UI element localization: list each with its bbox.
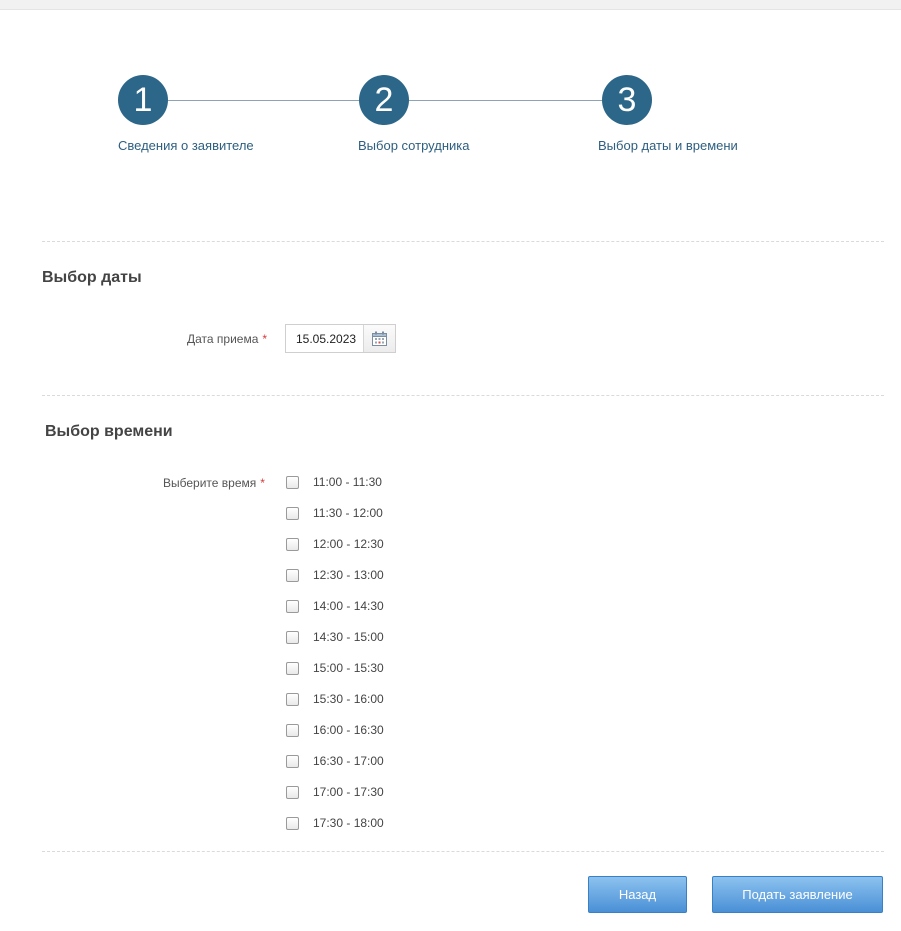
progress-steps: 1 2 3 Сведения о заявителе Выбор сотрудн… bbox=[0, 0, 901, 200]
time-slot-label[interactable]: 16:30 - 17:00 bbox=[313, 754, 384, 768]
divider-top bbox=[42, 241, 884, 242]
time-slot-checkbox[interactable] bbox=[286, 538, 299, 551]
time-slot-checkbox[interactable] bbox=[286, 724, 299, 737]
step-2-label: Выбор сотрудника bbox=[358, 138, 470, 153]
date-input-value[interactable]: 15.05.2023 bbox=[296, 332, 356, 346]
date-field-label: Дата приема * bbox=[187, 332, 267, 346]
divider-middle bbox=[42, 395, 884, 396]
time-slot-label[interactable]: 15:30 - 16:00 bbox=[313, 692, 384, 706]
time-section-title: Выбор времени bbox=[45, 423, 173, 440]
time-slot-checkbox[interactable] bbox=[286, 786, 299, 799]
date-input[interactable]: 15.05.2023 bbox=[285, 324, 396, 353]
time-slot-label[interactable]: 16:00 - 16:30 bbox=[313, 723, 384, 737]
step-connector-2-3 bbox=[408, 100, 603, 101]
date-section-title: Выбор даты bbox=[42, 269, 142, 286]
time-slot-label[interactable]: 11:00 - 11:30 bbox=[313, 475, 382, 489]
step-1-label: Сведения о заявителе bbox=[118, 138, 254, 153]
time-slot-checkbox[interactable] bbox=[286, 476, 299, 489]
required-marker: * bbox=[262, 332, 268, 346]
time-slot-label[interactable]: 15:00 - 15:30 bbox=[313, 661, 384, 675]
step-3-label: Выбор даты и времени bbox=[598, 138, 738, 153]
date-field-label-text: Дата приема bbox=[187, 332, 259, 346]
time-slot-label[interactable]: 17:30 - 18:00 bbox=[313, 816, 384, 830]
step-connector-1-2 bbox=[166, 100, 360, 101]
time-slot-checkbox[interactable] bbox=[286, 507, 299, 520]
time-slot-checkbox[interactable] bbox=[286, 693, 299, 706]
time-slot-label[interactable]: 14:00 - 14:30 bbox=[313, 599, 384, 613]
step-1-circle: 1 bbox=[118, 75, 168, 125]
time-slot-label[interactable]: 12:30 - 13:00 bbox=[313, 568, 384, 582]
time-slot-checkbox[interactable] bbox=[286, 600, 299, 613]
required-marker: * bbox=[260, 476, 265, 490]
time-slot-label[interactable]: 14:30 - 15:00 bbox=[313, 630, 384, 644]
back-button[interactable]: Назад bbox=[588, 876, 687, 913]
time-slot-label[interactable]: 12:00 - 12:30 bbox=[313, 537, 384, 551]
step-3-circle: 3 bbox=[602, 75, 652, 125]
time-slot-checkbox[interactable] bbox=[286, 817, 299, 830]
calendar-button[interactable] bbox=[363, 325, 395, 352]
time-slot-checkbox[interactable] bbox=[286, 569, 299, 582]
time-field-label-text: Выберите время bbox=[163, 476, 257, 490]
step-2-circle: 2 bbox=[359, 75, 409, 125]
time-slot-checkbox[interactable] bbox=[286, 631, 299, 644]
time-slot-label[interactable]: 17:00 - 17:30 bbox=[313, 785, 384, 799]
time-slot-checkbox[interactable] bbox=[286, 662, 299, 675]
time-field-label: Выберите время * bbox=[163, 476, 265, 490]
time-slot-label[interactable]: 11:30 - 12:00 bbox=[313, 506, 383, 520]
time-slot-checkbox[interactable] bbox=[286, 755, 299, 768]
submit-application-button[interactable]: Подать заявление bbox=[712, 876, 883, 913]
calendar-icon[interactable] bbox=[372, 331, 387, 346]
divider-bottom bbox=[42, 851, 884, 852]
